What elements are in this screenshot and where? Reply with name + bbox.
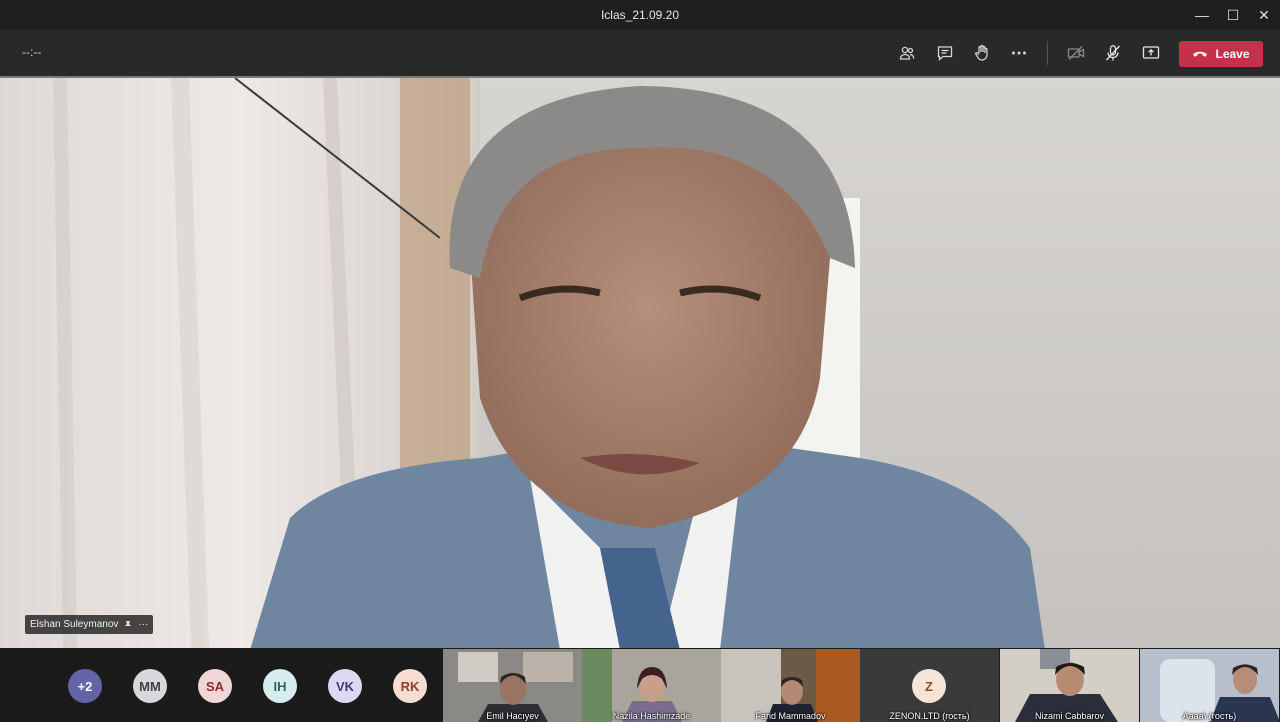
camera-button[interactable]: [1063, 40, 1089, 66]
participant-name: ZENON.LTD (гость): [889, 711, 970, 721]
participant-tile[interactable]: Farid Mammadov: [721, 649, 860, 722]
participant-tile[interactable]: Nizami Cabbarov: [1000, 649, 1139, 722]
participant-name: Emil Hacıyev: [486, 711, 539, 721]
participant-tile[interactable]: Nazila Hashimzade: [582, 649, 721, 722]
overflow-participants-button[interactable]: +2: [68, 669, 102, 703]
participant-name: Aaaa\ (гость): [1182, 711, 1237, 721]
microphone-off-icon: [1106, 45, 1120, 61]
microphone-button[interactable]: [1100, 40, 1126, 66]
share-screen-button[interactable]: [1138, 40, 1164, 66]
close-button[interactable]: ✕: [1245, 0, 1280, 30]
leave-label: Leave: [1215, 47, 1250, 61]
camera-off-icon: [1067, 46, 1085, 60]
avatar[interactable]: SA: [198, 669, 232, 703]
raise-hand-button[interactable]: [969, 40, 995, 66]
hang-up-icon: [1193, 51, 1208, 57]
avatar[interactable]: MM: [133, 669, 167, 703]
avatar: Z: [912, 669, 946, 703]
participant-name: Nazila Hashimzade: [612, 711, 691, 721]
title-bar: Iclas_21.09.20 — ☐ ✕: [0, 0, 1280, 30]
main-video: [0, 76, 1280, 648]
chat-icon: [937, 46, 953, 61]
participant-name: Farid Mammadov: [755, 711, 826, 721]
pin-icon: [125, 620, 132, 629]
avatar[interactable]: IH: [263, 669, 297, 703]
avatar[interactable]: RK: [393, 669, 427, 703]
speaker-more-button[interactable]: ···: [138, 619, 148, 630]
people-icon: [899, 46, 915, 60]
more-actions-button[interactable]: [1006, 40, 1032, 66]
participant-tile[interactable]: Z ZENON.LTD (гость): [860, 649, 999, 722]
avatar[interactable]: VK: [328, 669, 362, 703]
speaker-video-image: [0, 78, 1280, 648]
share-screen-icon: [1142, 46, 1160, 59]
participants-button[interactable]: [894, 40, 920, 66]
meeting-toolbar: --:-- Leave: [0, 30, 1280, 76]
speaker-name: Elshan Suleymanov: [30, 619, 119, 630]
participant-tile[interactable]: Emil Hacıyev: [443, 649, 582, 722]
hand-icon: [975, 44, 988, 61]
leave-button[interactable]: Leave: [1179, 41, 1263, 67]
more-icon: [1012, 51, 1026, 55]
chat-button[interactable]: [932, 40, 958, 66]
speaker-name-chip: Elshan Suleymanov ···: [25, 615, 154, 634]
toolbar-divider: [1047, 41, 1048, 65]
participant-tile[interactable]: Aaaa\ (гость): [1140, 649, 1279, 722]
participant-name: Nizami Cabbarov: [1034, 711, 1105, 721]
window-title: Iclas_21.09.20: [600, 8, 680, 22]
meeting-timer: --:--: [22, 45, 42, 59]
